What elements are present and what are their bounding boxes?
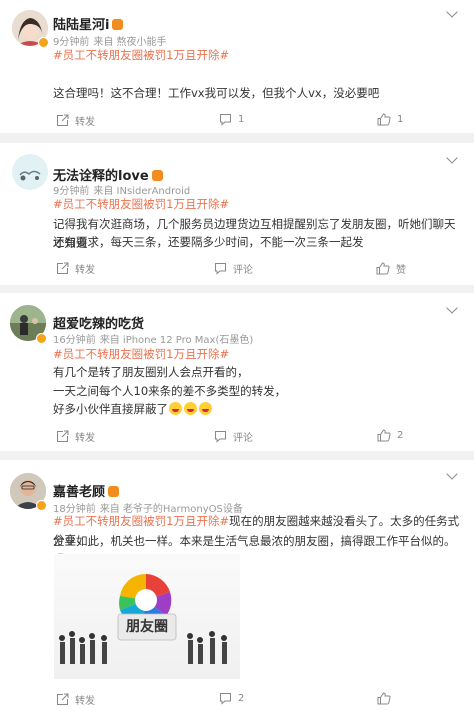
- repost-icon: [57, 114, 69, 126]
- crying-emoji-icon: [199, 402, 212, 415]
- vip-icon: [112, 19, 124, 30]
- user-name[interactable]: 陆陆星河i: [53, 14, 124, 33]
- comment-icon: [220, 114, 231, 126]
- like-icon: [376, 262, 390, 275]
- image-caption: 朋友圈: [126, 619, 168, 635]
- comment-button[interactable]: 评论: [214, 429, 253, 444]
- post-text: 这合理吗！这不合理！工作vx我可以发，但我个人vx，没必要吧: [53, 86, 380, 100]
- post-card: 超爱吃辣的吃货 16分钟前 来自 iPhone 12 Pro Max(石墨色) #…: [0, 293, 474, 451]
- repost-button[interactable]: 转发: [56, 261, 95, 276]
- post-image[interactable]: 朋友圈: [54, 554, 240, 679]
- post-card: 嘉善老顾 18分钟前 来自 老爷子的HarmonyOS设备 #员工不转朋友圈被罚1…: [0, 460, 474, 711]
- post-text-line: 一天之间每个人10来条的差不多类型的转发，: [53, 384, 287, 398]
- comment-icon: [215, 431, 226, 443]
- avatar[interactable]: [12, 154, 48, 190]
- like-button[interactable]: 赞: [376, 261, 406, 276]
- like-button[interactable]: [377, 692, 397, 705]
- verified-badge: [36, 333, 47, 344]
- repost-icon: [57, 262, 69, 274]
- repost-icon: [57, 693, 69, 705]
- like-button[interactable]: 2: [377, 429, 403, 442]
- repost-button[interactable]: 转发: [56, 429, 95, 444]
- topic-tag[interactable]: #员工不转朋友圈被罚1万且开除#: [53, 196, 229, 212]
- post-meta: 16分钟前 来自 iPhone 12 Pro Max(石墨色): [53, 331, 253, 346]
- post-meta: 9分钟前 来自 熬夜小能手: [53, 33, 167, 48]
- post-card: 无法诠释的love 9分钟前 来自 INsiderAndroid #员工不转朋友圈…: [0, 143, 474, 285]
- chevron-down-icon[interactable]: [446, 468, 458, 480]
- chevron-down-icon[interactable]: [446, 302, 458, 314]
- comment-button[interactable]: 评论: [214, 261, 253, 276]
- post-source: 来自 iPhone 12 Pro Max(石墨色): [99, 335, 254, 346]
- vip-icon: [108, 486, 120, 497]
- post-meta: 9分钟前 来自 INsiderAndroid: [53, 182, 190, 197]
- post-text-line: 好多小伙伴直接屏蔽了: [53, 400, 463, 419]
- post-text-line: 有几个是转了朋友圈别人会点开看的，: [53, 365, 249, 379]
- crying-emoji-icon: [184, 402, 197, 415]
- repost-button[interactable]: 转发: [56, 692, 95, 707]
- crying-emoji-icon: [169, 402, 182, 415]
- post-card: 陆陆星河i 9分钟前 来自 熬夜小能手 #员工不转朋友圈被罚1万且开除# 这合理吗…: [0, 0, 474, 133]
- user-name[interactable]: 超爱吃辣的吃货: [53, 313, 144, 332]
- topic-tag[interactable]: #员工不转朋友圈被罚1万且开除#: [53, 47, 229, 63]
- post-time: 16分钟前: [53, 335, 96, 346]
- topic-tag[interactable]: #员工不转朋友圈被罚1万且开除#: [53, 346, 229, 362]
- post-text-line: 还有要求，每天三条，还要隔多少时间，不能一次三条一起发: [53, 235, 364, 249]
- user-name[interactable]: 嘉善老顾: [53, 481, 120, 500]
- verified-badge: [38, 37, 49, 48]
- repost-button[interactable]: 转发: [56, 113, 95, 128]
- verified-badge: [36, 500, 47, 511]
- like-icon: [377, 113, 391, 126]
- like-icon: [377, 692, 391, 705]
- comment-button[interactable]: 1: [219, 113, 244, 126]
- comment-icon: [220, 693, 231, 705]
- comment-icon: [215, 263, 226, 275]
- like-icon: [377, 429, 391, 442]
- repost-icon: [57, 430, 69, 442]
- comment-button[interactable]: 2: [219, 692, 244, 705]
- vip-icon: [151, 170, 163, 181]
- chevron-down-icon[interactable]: [446, 6, 458, 18]
- topic-tag[interactable]: #员工不转朋友圈被罚1万且开除#: [53, 514, 229, 528]
- chevron-down-icon[interactable]: [446, 152, 458, 164]
- like-button[interactable]: 1: [377, 113, 403, 126]
